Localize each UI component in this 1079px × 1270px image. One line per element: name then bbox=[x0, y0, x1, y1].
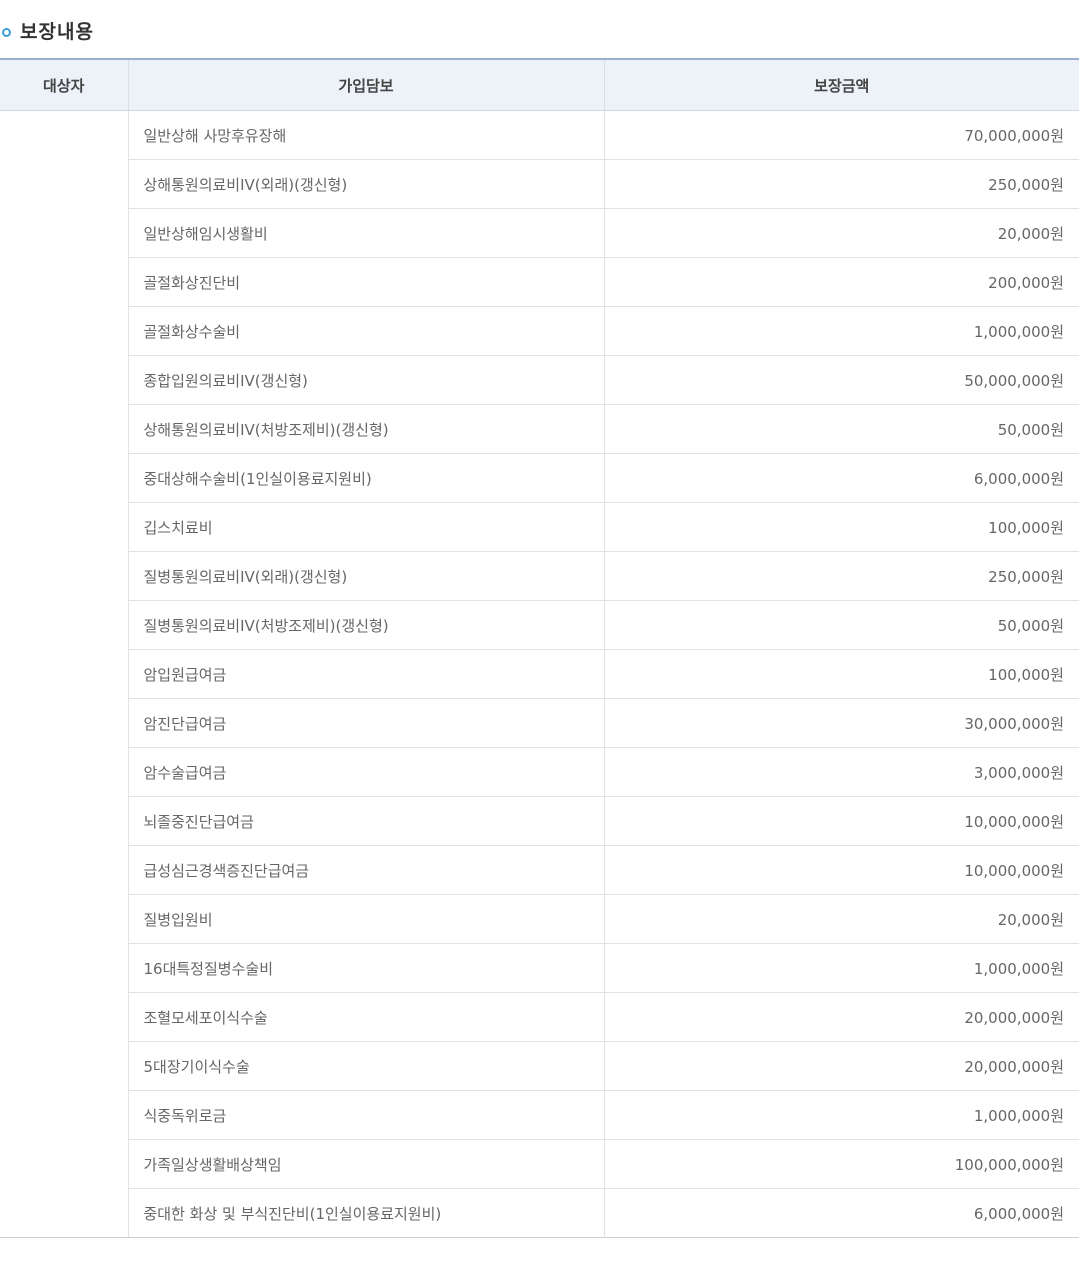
table-row: 암입원급여금 100,000원 bbox=[0, 649, 1079, 699]
coverage-table: 대상자 가입담보 보장금액 일반상해 사망후유장해 70,000,000원 상해… bbox=[0, 58, 1079, 1238]
coverage-amount: 6,000,000원 bbox=[603, 453, 1079, 503]
table-row: 중대상해수술비(1인실이용료지원비) 6,000,000원 bbox=[0, 453, 1079, 503]
coverage-amount: 100,000원 bbox=[603, 502, 1079, 552]
table-row: 중대한 화상 및 부식진단비(1인실이용료지원비) 6,000,000원 bbox=[0, 1188, 1079, 1238]
table-row: 질병입원비 20,000원 bbox=[0, 894, 1079, 944]
coverage-amount: 70,000,000원 bbox=[603, 110, 1079, 160]
coverage-name: 질병통원의료비IV(외래)(갱신형) bbox=[127, 551, 604, 601]
coverage-name: 일반상해 사망후유장해 bbox=[127, 110, 604, 160]
coverage-amount: 50,000원 bbox=[603, 600, 1079, 650]
coverage-table-body: 일반상해 사망후유장해 70,000,000원 상해통원의료비IV(외래)(갱신… bbox=[0, 110, 1079, 1238]
coverage-amount: 20,000,000원 bbox=[603, 1041, 1079, 1091]
coverage-amount: 50,000,000원 bbox=[603, 355, 1079, 405]
coverage-name: 암입원급여금 bbox=[127, 649, 604, 699]
coverage-amount: 10,000,000원 bbox=[603, 845, 1079, 895]
coverage-table-header: 대상자 가입담보 보장금액 bbox=[0, 59, 1079, 111]
table-row: 암수술급여금 3,000,000원 bbox=[0, 747, 1079, 797]
coverage-name: 암수술급여금 bbox=[127, 747, 604, 797]
coverage-amount: 50,000원 bbox=[603, 404, 1079, 454]
table-row: 골절화상수술비 1,000,000원 bbox=[0, 306, 1079, 356]
coverage-name: 16대특정질병수술비 bbox=[127, 943, 604, 993]
table-row: 상해통원의료비IV(외래)(갱신형) 250,000원 bbox=[0, 159, 1079, 209]
coverage-name: 상해통원의료비IV(외래)(갱신형) bbox=[127, 159, 604, 209]
coverage-name: 질병입원비 bbox=[127, 894, 604, 944]
table-row: 질병통원의료비IV(외래)(갱신형) 250,000원 bbox=[0, 551, 1079, 601]
coverage-amount: 1,000,000원 bbox=[603, 943, 1079, 993]
coverage-amount: 250,000원 bbox=[603, 551, 1079, 601]
coverage-amount: 100,000,000원 bbox=[603, 1139, 1079, 1189]
coverage-name: 암진단급여금 bbox=[127, 698, 604, 748]
subject-cell bbox=[0, 110, 128, 1238]
table-row: 급성심근경색증진단급여금 10,000,000원 bbox=[0, 845, 1079, 895]
coverage-name: 깁스치료비 bbox=[127, 502, 604, 552]
coverage-name: 가족일상생활배상책임 bbox=[127, 1139, 604, 1189]
coverage-amount: 1,000,000원 bbox=[603, 306, 1079, 356]
table-row: 깁스치료비 100,000원 bbox=[0, 502, 1079, 552]
section-header: 보장내용 bbox=[0, 0, 1079, 58]
coverage-amount: 10,000,000원 bbox=[603, 796, 1079, 846]
coverage-amount: 200,000원 bbox=[603, 257, 1079, 307]
table-row: 질병통원의료비IV(처방조제비)(갱신형) 50,000원 bbox=[0, 600, 1079, 650]
coverage-amount: 1,000,000원 bbox=[603, 1090, 1079, 1140]
coverage-name: 중대상해수술비(1인실이용료지원비) bbox=[127, 453, 604, 503]
table-row: 일반상해 사망후유장해 70,000,000원 bbox=[0, 110, 1079, 1238]
table-row: 골절화상진단비 200,000원 bbox=[0, 257, 1079, 307]
table-row: 상해통원의료비IV(처방조제비)(갱신형) 50,000원 bbox=[0, 404, 1079, 454]
coverage-name: 질병통원의료비IV(처방조제비)(갱신형) bbox=[127, 600, 604, 650]
coverage-name: 상해통원의료비IV(처방조제비)(갱신형) bbox=[127, 404, 604, 454]
coverage-amount: 100,000원 bbox=[603, 649, 1079, 699]
table-row: 식중독위로금 1,000,000원 bbox=[0, 1090, 1079, 1140]
header-coverage: 가입담보 bbox=[127, 59, 604, 111]
table-row: 종합입원의료비IV(갱신형) 50,000,000원 bbox=[0, 355, 1079, 405]
coverage-name: 조혈모세포이식수술 bbox=[127, 992, 604, 1042]
coverage-amount: 20,000원 bbox=[603, 208, 1079, 258]
header-subject: 대상자 bbox=[0, 59, 128, 111]
table-row: 조혈모세포이식수술 20,000,000원 bbox=[0, 992, 1079, 1042]
coverage-amount: 20,000원 bbox=[603, 894, 1079, 944]
coverage-amount: 30,000,000원 bbox=[603, 698, 1079, 748]
table-row: 5대장기이식수술 20,000,000원 bbox=[0, 1041, 1079, 1091]
table-row: 암진단급여금 30,000,000원 bbox=[0, 698, 1079, 748]
header-row: 대상자 가입담보 보장금액 bbox=[0, 59, 1079, 111]
circle-bullet-icon bbox=[2, 28, 11, 37]
coverage-name: 골절화상수술비 bbox=[127, 306, 604, 356]
table-row: 일반상해임시생활비 20,000원 bbox=[0, 208, 1079, 258]
coverage-name: 뇌졸중진단급여금 bbox=[127, 796, 604, 846]
coverage-name: 골절화상진단비 bbox=[127, 257, 604, 307]
coverage-name: 일반상해임시생활비 bbox=[127, 208, 604, 258]
coverage-amount: 250,000원 bbox=[603, 159, 1079, 209]
section-title: 보장내용 bbox=[20, 21, 94, 43]
coverage-name: 식중독위로금 bbox=[127, 1090, 604, 1140]
header-amount: 보장금액 bbox=[603, 59, 1079, 111]
coverage-amount: 6,000,000원 bbox=[603, 1188, 1079, 1238]
coverage-name: 종합입원의료비IV(갱신형) bbox=[127, 355, 604, 405]
coverage-name: 5대장기이식수술 bbox=[127, 1041, 604, 1091]
table-row: 16대특정질병수술비 1,000,000원 bbox=[0, 943, 1079, 993]
coverage-amount: 3,000,000원 bbox=[603, 747, 1079, 797]
table-row: 가족일상생활배상책임 100,000,000원 bbox=[0, 1139, 1079, 1189]
coverage-name: 급성심근경색증진단급여금 bbox=[127, 845, 604, 895]
coverage-amount: 20,000,000원 bbox=[603, 992, 1079, 1042]
coverage-name: 중대한 화상 및 부식진단비(1인실이용료지원비) bbox=[127, 1188, 604, 1238]
table-row: 뇌졸중진단급여금 10,000,000원 bbox=[0, 796, 1079, 846]
